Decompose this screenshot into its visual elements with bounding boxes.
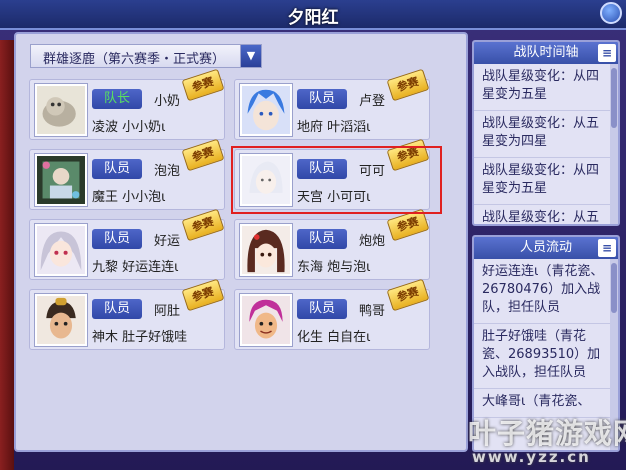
member-name: 好运 xyxy=(154,234,181,249)
avatar xyxy=(240,224,292,276)
timeline-header: 战队时间轴 ≡ xyxy=(474,42,618,64)
scrollbar-thumb[interactable] xyxy=(611,263,617,313)
avatar xyxy=(35,154,87,206)
timeline-item: 战队星级变化：从四星变为五星 xyxy=(474,158,618,205)
member-card[interactable]: 队员 鸭哥 化生 白自在ι 参赛 xyxy=(234,278,430,350)
watermark-url: www.yzz.cn xyxy=(472,448,591,466)
timeline-item: 战队星级变化：从五 xyxy=(474,205,618,224)
role-label: 队员 xyxy=(297,89,347,109)
avatar xyxy=(240,84,292,136)
member-card[interactable]: 队员 卢登 地府 叶滔滔ι 参赛 xyxy=(234,68,430,140)
member-name: 炮炮 xyxy=(359,234,386,249)
timeline-scrollbar[interactable] xyxy=(610,64,618,224)
avatar xyxy=(35,294,87,346)
menu-icon[interactable]: ≡ xyxy=(598,44,616,62)
timeline-panel: 战队时间轴 ≡ 战队星级变化：从四星变为五星 战队星级变化：从五星变为四星 战队… xyxy=(472,40,620,226)
member-name: 小奶 xyxy=(154,94,181,109)
member-server-nick: 九黎 好运连连ι xyxy=(92,260,179,275)
title-bar: 夕阳红 xyxy=(0,0,626,30)
member-server-nick: 神木 肚子好饿哇 xyxy=(92,330,188,345)
season-dropdown-label: 群雄逐鹿（第六赛季・正式赛） xyxy=(43,52,226,67)
season-dropdown[interactable]: 群雄逐鹿（第六赛季・正式赛） ▼ xyxy=(30,44,262,68)
timeline-item: 战队星级变化：从四星变为五星 xyxy=(474,64,618,111)
chevron-down-icon[interactable]: ▼ xyxy=(240,44,262,68)
role-label: 队员 xyxy=(92,159,142,179)
site-watermark: 叶子猪游戏网 www.yzz.cn xyxy=(464,410,626,468)
roster-flow-item: 好运连连ι（青花瓷、26780476）加入战队，担任队员 xyxy=(474,259,618,324)
avatar xyxy=(35,224,87,276)
roster-flow-title: 人员流动 xyxy=(519,240,572,255)
roster-flow-header: 人员流动 ≡ xyxy=(474,237,618,259)
member-server-nick: 东海 炮与泡ι xyxy=(297,260,371,275)
role-label: 队员 xyxy=(92,299,142,319)
role-label: 队员 xyxy=(297,229,347,249)
close-button[interactable] xyxy=(600,2,622,24)
left-decoration xyxy=(0,40,14,470)
member-name: 阿肚 xyxy=(154,304,181,319)
scrollbar-thumb[interactable] xyxy=(611,68,617,128)
window-title: 夕阳红 xyxy=(287,8,339,28)
member-card[interactable]: 队员 炮炮 东海 炮与泡ι 参赛 xyxy=(234,208,430,280)
member-name: 卢登 xyxy=(359,94,386,109)
member-name: 泡泡 xyxy=(154,164,181,179)
member-server-nick: 化生 白自在ι xyxy=(297,330,371,345)
avatar xyxy=(35,84,87,136)
member-server-nick: 地府 叶滔滔ι xyxy=(297,120,371,135)
member-card[interactable]: 队员 泡泡 魔王 小小泡ι 参赛 xyxy=(29,138,225,210)
menu-icon[interactable]: ≡ xyxy=(598,239,616,257)
role-label: 队长 xyxy=(92,89,142,109)
timeline-title: 战队时间轴 xyxy=(513,45,579,60)
timeline-item: 战队星级变化：从五星变为四星 xyxy=(474,111,618,158)
role-label: 队员 xyxy=(92,229,142,249)
member-server-nick: 凌波 小小奶ι xyxy=(92,120,166,135)
avatar xyxy=(240,294,292,346)
highlight-box xyxy=(231,146,442,214)
member-card[interactable]: 队长 小奶 凌波 小小奶ι 参赛 xyxy=(29,68,225,140)
member-server-nick: 魔王 小小泡ι xyxy=(92,190,166,205)
watermark-text: 叶子猪游戏网 xyxy=(468,417,626,450)
roster-flow-item: 肚子好饿哇（青花瓷、26893510）加入战队，担任队员 xyxy=(474,324,618,389)
member-card[interactable]: 队员 阿肚 神木 肚子好饿哇 参赛 xyxy=(29,278,225,350)
role-label: 队员 xyxy=(297,299,347,319)
member-card[interactable]: 队员 好运 九黎 好运连连ι 参赛 xyxy=(29,208,225,280)
member-name: 鸭哥 xyxy=(359,304,386,319)
